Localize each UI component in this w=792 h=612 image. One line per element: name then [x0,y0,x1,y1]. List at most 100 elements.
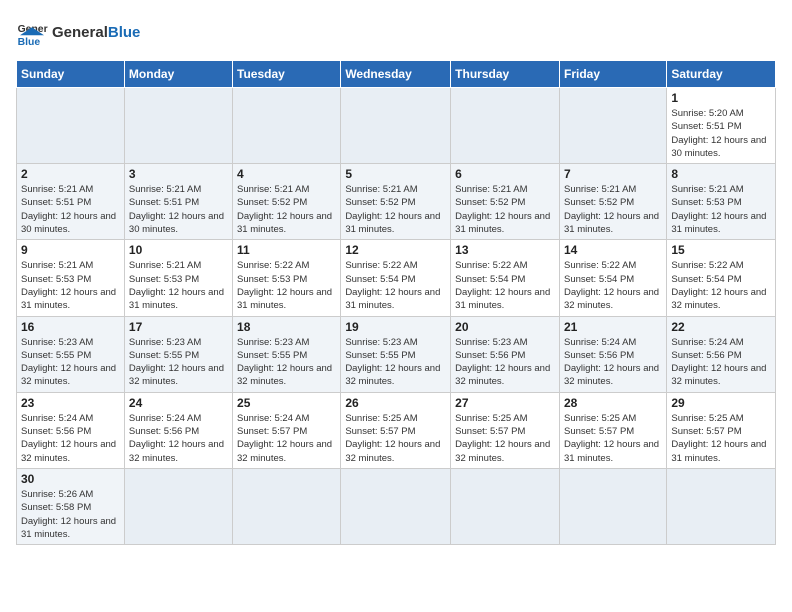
calendar-cell: 25Sunrise: 5:24 AMSunset: 5:57 PMDayligh… [233,392,341,468]
calendar-cell: 26 Sunrise: 5:25 AMSunset: 5:57 PMDayligh… [341,392,451,468]
day-info: Sunrise: 5:21 AMSunset: 5:53 PMDaylight:… [129,259,228,312]
day-number: 2 [21,167,120,181]
calendar-cell [559,88,666,164]
day-info: Sunrise: 5:25 AMSunset: 5:57 PMDaylight:… [671,412,771,465]
day-info: Sunrise: 5:22 AMSunset: 5:54 PMDaylight:… [564,259,662,312]
calendar-cell [451,468,560,544]
day-number: 13 [455,243,555,257]
calendar-cell: 28 Sunrise: 5:25 AMSunset: 5:57 PMDayligh… [559,392,666,468]
calendar-cell: 14 Sunrise: 5:22 AMSunset: 5:54 PMDayligh… [559,240,666,316]
calendar-cell: 24 Sunrise: 5:24 AMSunset: 5:56 PMDayligh… [124,392,232,468]
calendar-cell: 3 Sunrise: 5:21 AMSunset: 5:51 PMDaylight… [124,164,232,240]
calendar-cell: 11 Sunrise: 5:22 AMSunset: 5:53 PMDayligh… [233,240,341,316]
day-info: Sunrise: 5:22 AMSunset: 5:54 PMDaylight:… [345,259,446,312]
calendar-cell: 10 Sunrise: 5:21 AMSunset: 5:53 PMDayligh… [124,240,232,316]
calendar-cell: 2 Sunrise: 5:21 AMSunset: 5:51 PMDaylight… [17,164,125,240]
calendar-cell: 16 Sunrise: 5:23 AMSunset: 5:55 PMDayligh… [17,316,125,392]
weekday-header-thursday: Thursday [451,61,560,88]
calendar-cell: 12Sunrise: 5:22 AMSunset: 5:54 PMDayligh… [341,240,451,316]
day-info: Sunrise: 5:24 AMSunset: 5:56 PMDaylight:… [564,336,662,389]
calendar-cell: 29 Sunrise: 5:25 AMSunset: 5:57 PMDayligh… [667,392,776,468]
day-number: 6 [455,167,555,181]
calendar-cell: 20 Sunrise: 5:23 AMSunset: 5:56 PMDayligh… [451,316,560,392]
day-number: 10 [129,243,228,257]
day-number: 19 [345,320,446,334]
calendar-cell [17,88,125,164]
day-info: Sunrise: 5:22 AMSunset: 5:53 PMDaylight:… [237,259,336,312]
day-number: 14 [564,243,662,257]
day-number: 28 [564,396,662,410]
weekday-header-saturday: Saturday [667,61,776,88]
calendar-cell [559,468,666,544]
day-number: 18 [237,320,336,334]
weekday-header-friday: Friday [559,61,666,88]
day-info: Sunrise: 5:23 AMSunset: 5:56 PMDaylight:… [455,336,555,389]
calendar-cell: 15 Sunrise: 5:22 AMSunset: 5:54 PMDayligh… [667,240,776,316]
day-info: Sunrise: 5:23 AMSunset: 5:55 PMDaylight:… [345,336,446,389]
day-number: 30 [21,472,120,486]
day-number: 20 [455,320,555,334]
day-info: Sunrise: 5:21 AMSunset: 5:52 PMDaylight:… [564,183,662,236]
calendar-cell: 18 Sunrise: 5:23 AMSunset: 5:55 PMDayligh… [233,316,341,392]
day-number: 24 [129,396,228,410]
day-number: 8 [671,167,771,181]
weekday-header-wednesday: Wednesday [341,61,451,88]
day-number: 21 [564,320,662,334]
header: General Blue GeneralBlue [16,16,776,48]
day-number: 11 [237,243,336,257]
calendar-cell: 8 Sunrise: 5:21 AMSunset: 5:53 PMDaylight… [667,164,776,240]
day-info: Sunrise: 5:24 AMSunset: 5:56 PMDaylight:… [671,336,771,389]
day-number: 1 [671,91,771,105]
day-info: Sunrise: 5:21 AMSunset: 5:53 PMDaylight:… [671,183,771,236]
calendar-cell: 13Sunrise: 5:22 AMSunset: 5:54 PMDayligh… [451,240,560,316]
day-info: Sunrise: 5:21 AMSunset: 5:51 PMDaylight:… [129,183,228,236]
calendar-cell [124,468,232,544]
day-info: Sunrise: 5:21 AMSunset: 5:51 PMDaylight:… [21,183,120,236]
calendar-cell [451,88,560,164]
day-number: 26 [345,396,446,410]
day-number: 9 [21,243,120,257]
day-info: Sunrise: 5:24 AMSunset: 5:56 PMDaylight:… [21,412,120,465]
day-info: Sunrise: 5:21 AMSunset: 5:52 PMDaylight:… [345,183,446,236]
calendar-cell [341,468,451,544]
calendar-cell: 7 Sunrise: 5:21 AMSunset: 5:52 PMDaylight… [559,164,666,240]
day-info: Sunrise: 5:24 AMSunset: 5:57 PMDaylight:… [237,412,336,465]
day-info: Sunrise: 5:25 AMSunset: 5:57 PMDaylight:… [564,412,662,465]
day-info: Sunrise: 5:24 AMSunset: 5:56 PMDaylight:… [129,412,228,465]
calendar-cell [233,468,341,544]
day-number: 5 [345,167,446,181]
day-info: Sunrise: 5:21 AMSunset: 5:52 PMDaylight:… [455,183,555,236]
weekday-header-tuesday: Tuesday [233,61,341,88]
day-info: Sunrise: 5:22 AMSunset: 5:54 PMDaylight:… [671,259,771,312]
svg-text:Blue: Blue [18,37,41,48]
calendar-cell: 30Sunrise: 5:26 AMSunset: 5:58 PMDayligh… [17,468,125,544]
calendar-cell: 27 Sunrise: 5:25 AMSunset: 5:57 PMDayligh… [451,392,560,468]
day-info: Sunrise: 5:23 AMSunset: 5:55 PMDaylight:… [129,336,228,389]
day-info: Sunrise: 5:21 AMSunset: 5:53 PMDaylight:… [21,259,120,312]
day-info: Sunrise: 5:25 AMSunset: 5:57 PMDaylight:… [345,412,446,465]
calendar-cell [341,88,451,164]
day-info: Sunrise: 5:25 AMSunset: 5:57 PMDaylight:… [455,412,555,465]
day-number: 4 [237,167,336,181]
calendar-cell: 4 Sunrise: 5:21 AMSunset: 5:52 PMDaylight… [233,164,341,240]
calendar-cell: 23 Sunrise: 5:24 AMSunset: 5:56 PMDayligh… [17,392,125,468]
calendar-cell: 17Sunrise: 5:23 AMSunset: 5:55 PMDayligh… [124,316,232,392]
day-number: 3 [129,167,228,181]
day-number: 27 [455,396,555,410]
calendar-cell: 9 Sunrise: 5:21 AMSunset: 5:53 PMDaylight… [17,240,125,316]
day-number: 7 [564,167,662,181]
day-number: 29 [671,396,771,410]
calendar-cell [124,88,232,164]
calendar-cell: 6 Sunrise: 5:21 AMSunset: 5:52 PMDaylight… [451,164,560,240]
calendar-cell: 5 Sunrise: 5:21 AMSunset: 5:52 PMDaylight… [341,164,451,240]
day-info: Sunrise: 5:21 AMSunset: 5:52 PMDaylight:… [237,183,336,236]
day-info: Sunrise: 5:20 AMSunset: 5:51 PMDaylight:… [671,107,771,160]
logo: General Blue GeneralBlue [16,16,140,48]
calendar-cell: 19 Sunrise: 5:23 AMSunset: 5:55 PMDayligh… [341,316,451,392]
day-info: Sunrise: 5:23 AMSunset: 5:55 PMDaylight:… [237,336,336,389]
calendar-cell: 1 Sunrise: 5:20 AMSunset: 5:51 PMDaylight… [667,88,776,164]
day-number: 16 [21,320,120,334]
day-info: Sunrise: 5:23 AMSunset: 5:55 PMDaylight:… [21,336,120,389]
day-number: 23 [21,396,120,410]
day-number: 15 [671,243,771,257]
